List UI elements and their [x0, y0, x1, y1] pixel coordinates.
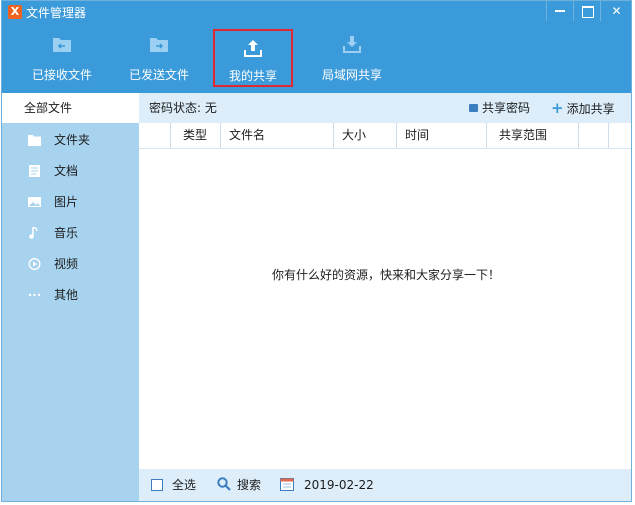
file-list-header: 类型 文件名 大小 时间 共享范围	[139, 123, 631, 149]
share-password-label: 共享密码	[482, 101, 531, 115]
folder-icon	[28, 135, 41, 146]
plus-icon: +	[551, 99, 564, 117]
sidebar-item-label: 文件夹	[54, 133, 91, 147]
column-scope[interactable]: 共享范围	[486, 123, 578, 148]
lock-icon	[469, 104, 478, 112]
empty-state-message: 你有什么好的资源，快来和大家分享一下！	[271, 268, 500, 282]
date-label[interactable]: 2019-02-22	[304, 470, 374, 500]
column-time[interactable]: 时间	[396, 123, 486, 148]
sidebar-item-label: 音乐	[54, 226, 79, 240]
column-type[interactable]: 类型	[170, 123, 220, 148]
sidebar-item-label: 视频	[54, 257, 79, 271]
sidebar-item-label: 图片	[54, 195, 79, 209]
lan-share-button[interactable]: 局域网共享	[314, 23, 390, 93]
sidebar-item-video[interactable]: 视频	[2, 249, 139, 279]
search-icon[interactable]	[217, 477, 231, 491]
document-icon	[29, 165, 40, 177]
sidebar: 全部文件 文件夹 文档 图片 音乐 视频 其他	[2, 93, 139, 501]
select-all-checkbox[interactable]	[151, 479, 163, 491]
share-info-bar: 密码状态: 无 共享密码 + 添加共享	[139, 93, 631, 124]
add-share-label: 添加共享	[566, 102, 615, 116]
sidebar-item-label: 文档	[54, 164, 79, 178]
download-icon	[343, 36, 361, 53]
sidebar-item-music[interactable]: 音乐	[2, 218, 139, 248]
column-size[interactable]: 大小	[333, 123, 396, 148]
sent-folder-icon	[150, 38, 168, 52]
select-all-label[interactable]: 全选	[172, 470, 196, 500]
column-spacer	[578, 123, 608, 148]
share-password-button[interactable]: 共享密码	[469, 93, 530, 123]
sidebar-item-other[interactable]: 其他	[2, 280, 139, 310]
sent-files-button[interactable]: 已发送文件	[124, 23, 194, 93]
maximize-button[interactable]	[573, 1, 599, 21]
app-logo-icon: X	[8, 5, 22, 19]
sidebar-item-label: 其他	[54, 288, 79, 302]
sidebar-item-images[interactable]: 图片	[2, 187, 139, 217]
toolbar: 已接收文件 已发送文件 我的共享 局域网共享	[2, 23, 631, 93]
video-icon	[28, 258, 41, 270]
sidebar-item-all-files[interactable]: 全部文件	[2, 93, 139, 123]
minimize-button[interactable]	[546, 1, 572, 21]
image-icon	[28, 197, 41, 207]
calendar-icon[interactable]	[280, 477, 294, 491]
file-manager-window: X 文件管理器 ✕ 已接收文件 已发送文件 我的共享 局域网共享 全部文件 文件…	[1, 0, 632, 502]
footer-bar: 全选 搜索 2019-02-22	[139, 469, 631, 501]
sidebar-item-folders[interactable]: 文件夹	[2, 125, 139, 155]
password-status: 密码状态: 无	[149, 101, 217, 115]
window-title: 文件管理器	[26, 6, 87, 20]
sent-files-label: 已发送文件	[128, 68, 189, 82]
search-button[interactable]: 搜索	[237, 470, 261, 500]
add-share-button[interactable]: + 添加共享	[551, 93, 615, 124]
my-share-label: 我的共享	[228, 69, 277, 83]
close-button[interactable]: ✕	[600, 1, 631, 21]
upload-icon	[244, 40, 262, 57]
received-folder-icon	[53, 38, 71, 52]
received-files-button[interactable]: 已接收文件	[24, 23, 100, 93]
more-icon	[28, 293, 41, 297]
music-icon	[29, 227, 38, 239]
sidebar-item-documents[interactable]: 文档	[2, 156, 139, 186]
column-name[interactable]: 文件名	[220, 123, 333, 148]
title-bar: X 文件管理器 ✕	[2, 1, 631, 23]
my-share-button[interactable]: 我的共享	[213, 29, 293, 87]
received-files-label: 已接收文件	[31, 68, 92, 82]
column-spacer	[608, 123, 631, 148]
lan-share-label: 局域网共享	[321, 68, 382, 82]
